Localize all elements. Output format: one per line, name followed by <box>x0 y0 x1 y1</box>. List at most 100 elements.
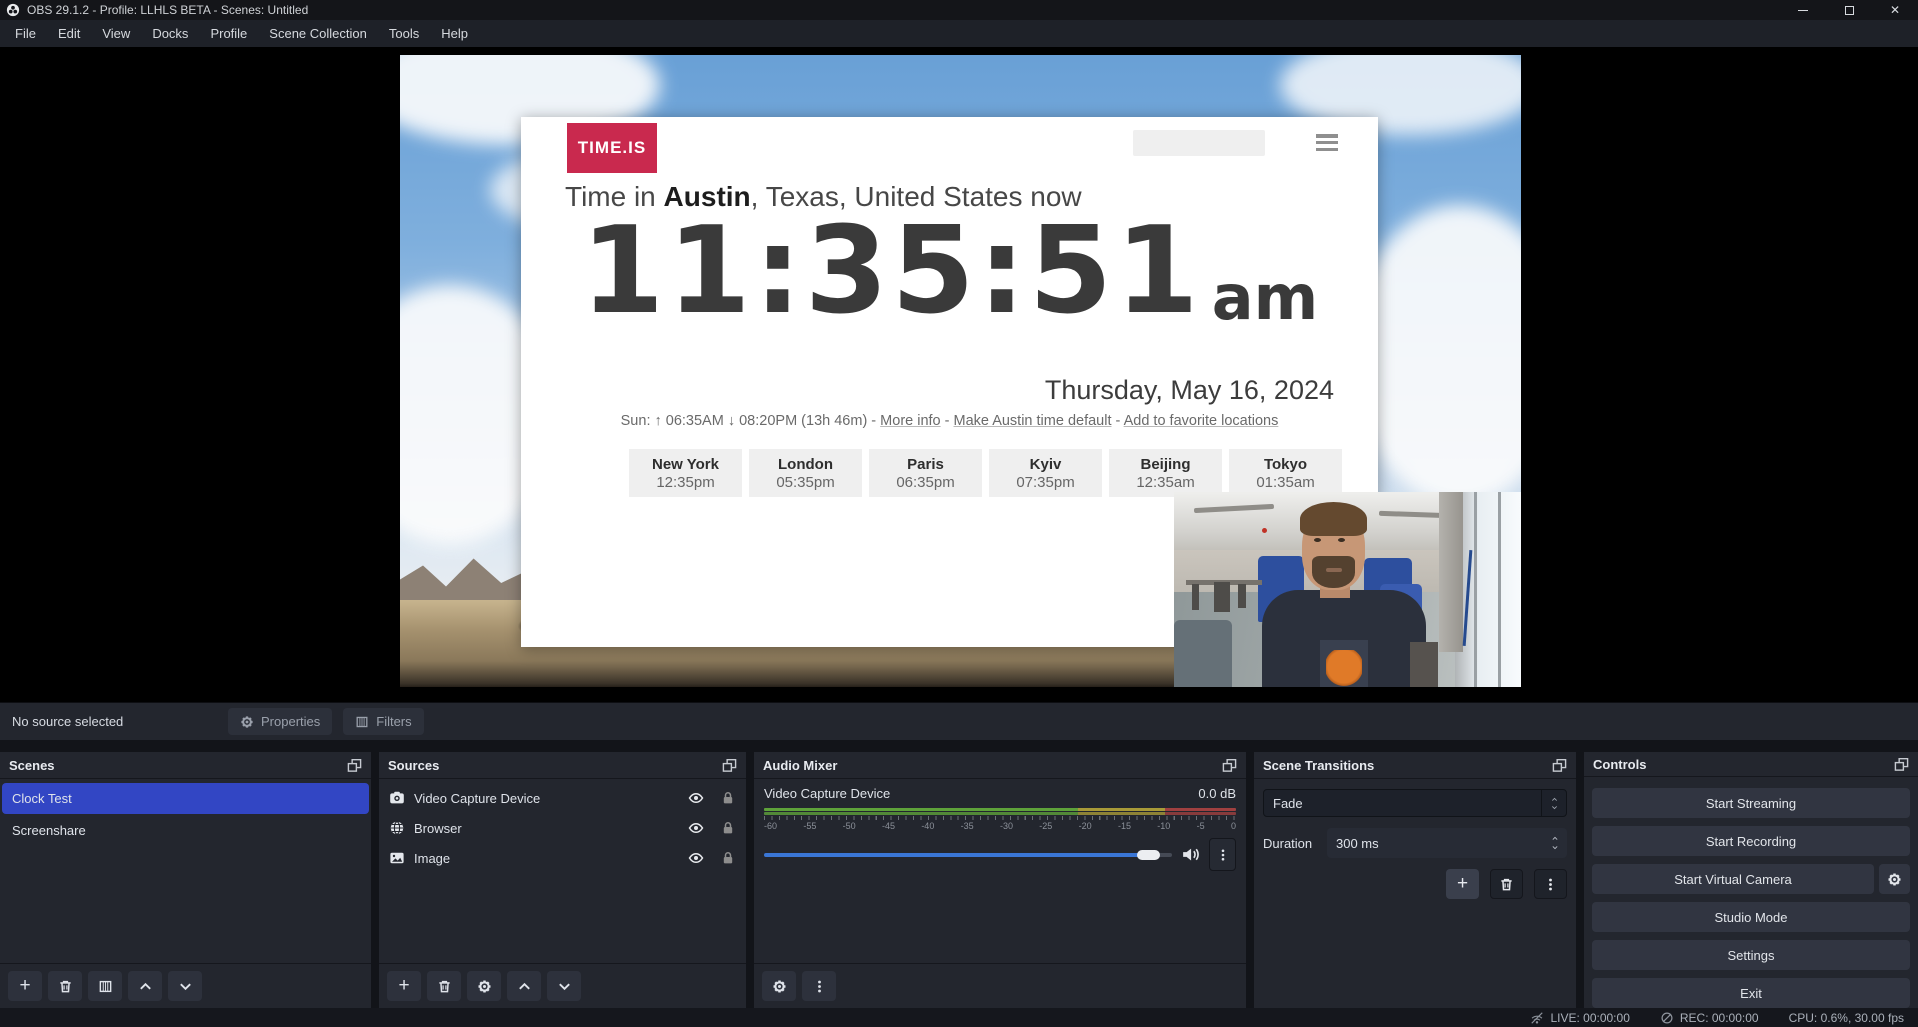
menu-help[interactable]: Help <box>430 20 479 47</box>
maximize-icon <box>1845 6 1854 15</box>
mixer-toolbar <box>754 963 1246 1008</box>
scene-filters-button[interactable] <box>88 971 122 1001</box>
audio-mixer-title: Audio Mixer <box>763 758 837 773</box>
settings-button[interactable]: Settings <box>1592 940 1910 970</box>
move-scene-down-button[interactable] <box>168 971 202 1001</box>
start-virtual-camera-button[interactable]: Start Virtual Camera <box>1592 864 1874 894</box>
menu-profile[interactable]: Profile <box>199 20 258 47</box>
meter-scale-labels: -60-55-50-45-40-35-30-25-20-15-10-50 <box>764 821 1236 831</box>
chevron-up-icon <box>1550 835 1560 842</box>
menu-file[interactable]: File <box>4 20 47 47</box>
remove-source-button[interactable] <box>427 971 461 1001</box>
source-row-video-capture[interactable]: Video Capture Device <box>379 783 746 813</box>
trash-icon <box>437 979 452 994</box>
chair <box>1238 584 1246 608</box>
add-transition-button[interactable]: + <box>1446 869 1479 899</box>
kebab-menu-icon <box>812 979 827 994</box>
source-toolbar: No source selected Properties Filters <box>0 702 1918 740</box>
menu-edit[interactable]: Edit <box>47 20 91 47</box>
sun-info: Sun: ↑ 06:35AM ↓ 08:20PM (13h 46m) - Mor… <box>521 413 1378 429</box>
controls-title: Controls <box>1593 757 1646 772</box>
studio-mode-button[interactable]: Studio Mode <box>1592 902 1910 932</box>
lock-icon[interactable] <box>720 850 736 866</box>
popout-icon[interactable] <box>1894 757 1909 772</box>
transition-selected-value: Fade <box>1264 790 1541 816</box>
menu-tools[interactable]: Tools <box>378 20 430 47</box>
volume-meter: -60-55-50-45-40-35-30-25-20-15-10-50 <box>764 808 1236 831</box>
transitions-body: Fade Duration 300 ms <box>1254 779 1576 1008</box>
transition-properties-button[interactable] <box>1534 869 1567 899</box>
exit-button[interactable]: Exit <box>1592 978 1910 1008</box>
timeis-logo: TIME.IS <box>567 123 657 173</box>
move-scene-up-button[interactable] <box>128 971 162 1001</box>
mixer-menu-button[interactable] <box>802 971 836 1001</box>
dock-row: Scenes Clock Test Screenshare + Sources <box>0 752 1918 1008</box>
scenes-header[interactable]: Scenes <box>0 752 371 779</box>
sources-header[interactable]: Sources <box>379 752 746 779</box>
start-recording-button[interactable]: Start Recording <box>1592 826 1910 856</box>
maximize-button[interactable] <box>1826 0 1872 20</box>
scene-canvas[interactable]: TIME.IS Time in Austin, Texas, United St… <box>400 55 1521 687</box>
transition-select[interactable]: Fade <box>1263 789 1567 817</box>
visibility-eye-icon[interactable] <box>688 790 704 806</box>
popout-icon[interactable] <box>1222 758 1237 773</box>
duration-spinbox[interactable]: 300 ms <box>1327 828 1567 858</box>
mixer-channel-menu-button[interactable] <box>1209 838 1236 871</box>
filters-button[interactable]: Filters <box>343 708 423 735</box>
transition-select-arrows[interactable] <box>1541 790 1566 816</box>
popout-icon[interactable] <box>722 758 737 773</box>
popout-icon[interactable] <box>1552 758 1567 773</box>
window-mullion <box>1474 492 1477 687</box>
chair <box>1410 642 1438 687</box>
world-times-row: New York12:35pm London05:35pm Paris06:35… <box>629 449 1342 497</box>
volume-slider-handle[interactable] <box>1137 850 1160 860</box>
popout-icon[interactable] <box>347 758 362 773</box>
menu-docks[interactable]: Docks <box>141 20 199 47</box>
duration-spin-arrows[interactable] <box>1543 835 1567 851</box>
add-scene-button[interactable]: + <box>8 971 42 1001</box>
move-source-down-button[interactable] <box>547 971 581 1001</box>
volume-slider[interactable] <box>764 853 1172 857</box>
scene-item-clock-test[interactable]: Clock Test <box>2 783 369 814</box>
make-default-link: Make Austin time default <box>954 413 1112 429</box>
visibility-eye-icon[interactable] <box>688 850 704 866</box>
shirt-logo <box>1326 650 1362 687</box>
source-row-image[interactable]: Image <box>379 843 746 873</box>
controls-header[interactable]: Controls <box>1584 752 1918 777</box>
visibility-eye-icon[interactable] <box>688 820 704 836</box>
menu-view[interactable]: View <box>91 20 141 47</box>
virtual-camera-config-button[interactable] <box>1879 864 1910 894</box>
plus-icon: + <box>19 976 30 997</box>
start-streaming-button[interactable]: Start Streaming <box>1592 788 1910 818</box>
scenes-panel: Scenes Clock Test Screenshare + <box>0 752 371 1008</box>
lock-icon[interactable] <box>720 790 736 806</box>
status-bar: LIVE: 00:00:00 REC: 00:00:00 CPU: 0.6%, … <box>0 1008 1918 1027</box>
source-properties-button[interactable] <box>467 971 501 1001</box>
scene-item-screenshare[interactable]: Screenshare <box>2 815 369 846</box>
preview-area[interactable]: TIME.IS Time in Austin, Texas, United St… <box>0 47 1918 702</box>
speaker-icon[interactable] <box>1181 845 1200 864</box>
advanced-audio-button[interactable] <box>762 971 796 1001</box>
trash-icon <box>1499 877 1514 892</box>
scenes-title: Scenes <box>9 758 55 773</box>
mixer-channel-name: Video Capture Device <box>764 786 890 801</box>
remove-transition-button[interactable] <box>1490 869 1523 899</box>
audio-mixer-header[interactable]: Audio Mixer <box>754 752 1246 779</box>
add-source-button[interactable]: + <box>387 971 421 1001</box>
source-row-browser[interactable]: Browser <box>379 813 746 843</box>
remove-scene-button[interactable] <box>48 971 82 1001</box>
search-input[interactable] <box>1133 130 1265 156</box>
image-icon <box>389 850 405 866</box>
globe-icon <box>389 820 405 836</box>
menubar: File Edit View Docks Profile Scene Colle… <box>0 20 1918 47</box>
gear-icon <box>240 715 254 729</box>
close-button[interactable]: ✕ <box>1872 0 1918 20</box>
move-source-up-button[interactable] <box>507 971 541 1001</box>
filter-icon <box>355 715 369 729</box>
live-status: LIVE: 00:00:00 <box>1530 1011 1629 1025</box>
lock-icon[interactable] <box>720 820 736 836</box>
properties-button[interactable]: Properties <box>228 708 332 735</box>
minimize-button[interactable] <box>1780 0 1826 20</box>
transitions-header[interactable]: Scene Transitions <box>1254 752 1576 779</box>
menu-scene-collection[interactable]: Scene Collection <box>258 20 378 47</box>
